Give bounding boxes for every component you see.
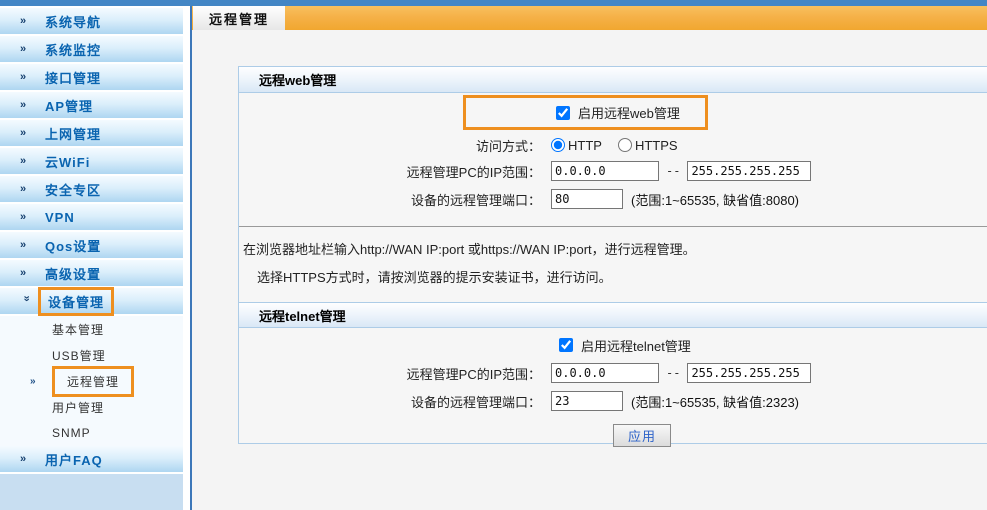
sidebar-item-snmp[interactable]: SNMP [0, 420, 183, 446]
web-note-line1: 在浏览器地址栏输入http://WAN IP:port 或https://WAN… [243, 242, 696, 257]
sidebar-item-device-management[interactable]: » 设备管理 [0, 286, 183, 316]
sub-item-label: SNMP [52, 426, 91, 440]
web-ip-start-input[interactable] [551, 161, 659, 181]
apply-button-row: 应用 [239, 424, 987, 447]
sidebar-item-interface-management[interactable]: » 接口管理 [0, 64, 183, 90]
sidebar-item-label: AP管理 [45, 98, 94, 114]
sidebar-item-ap-management[interactable]: » AP管理 [0, 92, 183, 118]
chevron-right-icon: » [20, 266, 28, 279]
enable-remote-web-label: 启用远程web管理 [578, 106, 680, 121]
http-radio[interactable] [551, 138, 565, 152]
sidebar-item-basic-management[interactable]: 基本管理 [0, 316, 183, 342]
ip-range-separator: -- [666, 366, 681, 380]
web-ip-end-input[interactable] [687, 161, 812, 181]
sidebar-item-label: 安全专区 [45, 182, 102, 198]
https-radio[interactable] [617, 138, 632, 152]
access-method-label: 访问方式： [475, 138, 541, 154]
sidebar-item-security-zone[interactable]: » 安全专区 [0, 176, 183, 202]
enable-remote-telnet-label: 启用远程telnet管理 [581, 338, 691, 354]
telnet-port-hint: (范围:1~65535, 缺省值:2323) [631, 394, 799, 410]
sidebar-item-vpn[interactable]: » VPN [0, 204, 183, 230]
sidebar-item-user-faq[interactable]: » 用户FAQ [0, 446, 183, 472]
remote-telnet-section-header: 远程telnet管理 [239, 302, 987, 328]
enable-telnet-row: 启用远程telnet管理 [239, 334, 987, 356]
sidebar-item-usb-management[interactable]: USB管理 [0, 342, 183, 368]
sidebar-item-advanced-settings[interactable]: » 高级设置 [0, 260, 183, 286]
telnet-port-input[interactable] [551, 391, 623, 411]
remote-management-panel: 远程web管理 启用远程web管理 访问方式： HTTP HTTPS 远程管理P… [238, 66, 987, 447]
tab-remote-management[interactable]: 远程管理 [193, 6, 285, 30]
sidebar-item-label: 云WiFi [45, 154, 91, 170]
sub-item-label: USB管理 [52, 348, 106, 363]
ip-range-separator: -- [666, 164, 681, 178]
main-content: 远程web管理 启用远程web管理 访问方式： HTTP HTTPS 远程管理P… [192, 30, 987, 510]
web-port-input[interactable] [551, 189, 623, 209]
chevron-right-icon: » [20, 98, 28, 111]
chevron-right-icon: » [20, 70, 28, 83]
tab-strip: 远程管理 [192, 6, 987, 30]
enable-remote-web-checkbox[interactable] [556, 105, 570, 120]
chevron-right-icon: » [20, 42, 28, 55]
web-ip-range-row: 远程管理PC的IP范围： -- [239, 158, 987, 184]
section-title: 远程web管理 [259, 73, 337, 88]
web-port-row: 设备的远程管理端口： (范围:1~65535, 缺省值:8080) [239, 186, 987, 212]
sidebar-item-remote-management[interactable]: » 远程管理 [0, 365, 183, 397]
section-divider-line [239, 226, 987, 227]
chevron-right-icon: » [20, 210, 28, 223]
arrow-right-icon: » [30, 375, 37, 387]
web-ip-range-label: 远程管理PC的IP范围： [406, 164, 541, 180]
sidebar-item-system-navigation[interactable]: » 系统导航 [0, 8, 183, 34]
sidebar-filler [0, 474, 183, 510]
chevron-right-icon: » [20, 238, 28, 251]
chevron-right-icon: » [20, 126, 28, 139]
sidebar-item-user-management[interactable]: 用户管理 [0, 394, 183, 420]
enable-remote-telnet-checkbox[interactable] [559, 338, 573, 352]
web-port-label: 设备的远程管理端口： [410, 192, 541, 208]
access-method-row: 访问方式： HTTP HTTPS [239, 134, 987, 156]
sidebar-item-label: Qos设置 [45, 238, 102, 254]
sidebar-item-label: 系统监控 [45, 42, 102, 58]
telnet-port-label: 设备的远程管理端口： [410, 394, 541, 410]
chevron-down-icon: » [20, 295, 33, 303]
web-note-line2: 选择HTTPS方式时，请按浏览器的提示安装证书，进行访问。 [257, 270, 612, 285]
telnet-ip-range-row: 远程管理PC的IP范围： -- [239, 360, 987, 386]
telnet-ip-range-label: 远程管理PC的IP范围： [406, 366, 541, 382]
chevron-right-icon: » [20, 452, 28, 465]
sidebar-item-cloud-wifi[interactable]: » 云WiFi [0, 148, 183, 174]
section-title: 远程telnet管理 [259, 308, 346, 324]
remote-web-section-header: 远程web管理 [239, 67, 987, 93]
chevron-right-icon: » [20, 14, 28, 27]
sidebar-item-qos-settings[interactable]: » Qos设置 [0, 232, 183, 258]
sidebar-item-label: 高级设置 [45, 266, 102, 282]
enable-web-highlight: 启用远程web管理 [463, 95, 708, 130]
sidebar-nav: » 系统导航 » 系统监控 » 接口管理 » AP管理 » 上网管理 » 云Wi… [0, 6, 183, 510]
sidebar-item-internet-management[interactable]: » 上网管理 [0, 120, 183, 146]
sub-item-label: 用户管理 [52, 400, 105, 415]
sidebar-item-label: 系统导航 [45, 14, 102, 30]
sidebar-item-label: VPN [45, 209, 75, 225]
apply-button[interactable]: 应用 [613, 424, 671, 447]
sub-item-label: 基本管理 [52, 322, 105, 337]
sidebar-item-label: 上网管理 [45, 126, 102, 142]
telnet-ip-end-input[interactable] [687, 363, 812, 383]
enable-web-row: 启用远程web管理 [239, 95, 987, 130]
chevron-right-icon: » [20, 154, 28, 167]
remote-management-highlight: 远程管理 [52, 365, 135, 397]
device-management-submenu: 基本管理 USB管理 » 远程管理 用户管理 SNMP [0, 316, 183, 446]
web-port-hint: (范围:1~65535, 缺省值:8080) [631, 192, 799, 208]
https-radio-label: HTTPS [634, 137, 678, 153]
telnet-port-row: 设备的远程管理端口： (范围:1~65535, 缺省值:2323) [239, 388, 987, 414]
device-management-highlight: 设备管理 [38, 286, 115, 316]
http-radio-label: HTTP [568, 137, 602, 153]
sidebar-item-system-monitor[interactable]: » 系统监控 [0, 36, 183, 62]
sidebar-item-label: 用户FAQ [45, 452, 103, 468]
telnet-ip-start-input[interactable] [551, 363, 659, 383]
sidebar-item-label: 接口管理 [45, 70, 102, 86]
chevron-right-icon: » [20, 182, 28, 195]
